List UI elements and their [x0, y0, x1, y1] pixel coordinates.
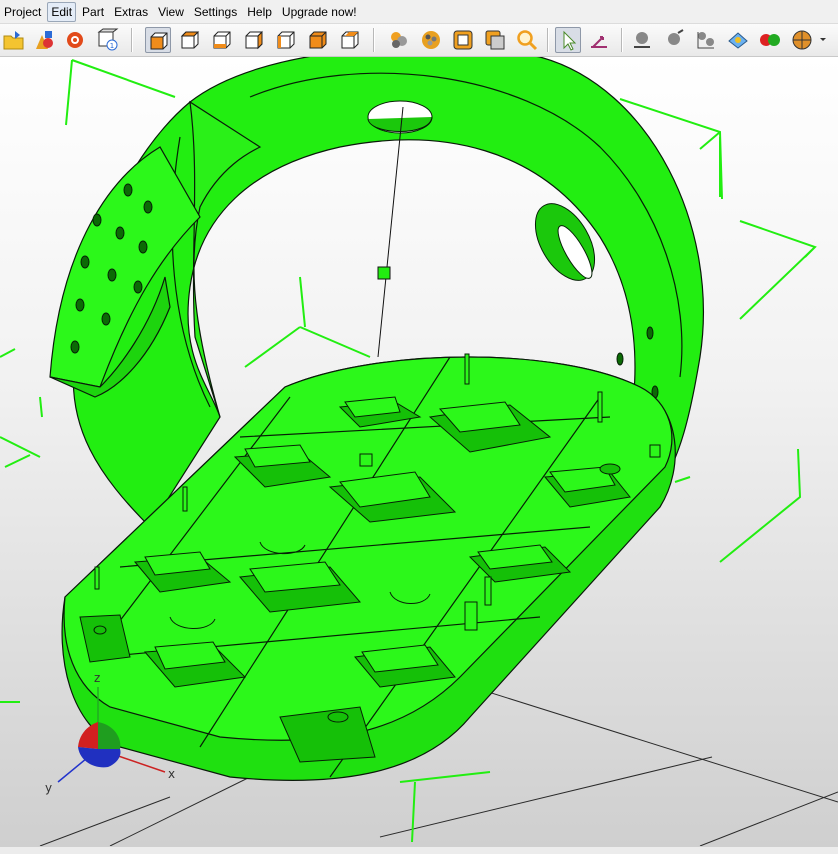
front-view-icon[interactable]: [177, 27, 203, 53]
menu-settings[interactable]: Settings: [190, 2, 241, 22]
y-axis-label: y: [45, 781, 52, 795]
open-folder-icon[interactable]: [1, 27, 27, 53]
toolbar: 1: [0, 24, 838, 57]
frame-tool-icon[interactable]: [450, 27, 476, 53]
palette-tool-icon[interactable]: [418, 27, 444, 53]
part-info-icon[interactable]: 1: [95, 27, 121, 53]
mesh-tool-4-icon[interactable]: [725, 27, 751, 53]
spheres-tool-icon[interactable]: [386, 27, 412, 53]
measure-tool-icon[interactable]: [587, 27, 613, 53]
mesh-tool-3-icon[interactable]: [693, 27, 719, 53]
3d-scene: x y z: [0, 57, 838, 846]
mesh-tool-2-icon[interactable]: [662, 27, 688, 53]
bottom-view-icon[interactable]: [337, 27, 363, 53]
x-axis-label: x: [168, 767, 175, 781]
menu-extras[interactable]: Extras: [110, 2, 152, 22]
back-view-icon[interactable]: [209, 27, 235, 53]
left-view-icon[interactable]: [241, 27, 267, 53]
mesh-tool-1-icon[interactable]: [630, 27, 656, 53]
top-view-icon[interactable]: [305, 27, 331, 53]
render-mode-dropdown[interactable]: [789, 27, 829, 53]
menu-help[interactable]: Help: [243, 2, 276, 22]
select-tool-icon[interactable]: [555, 27, 581, 53]
menu-bar: Project Edit Part Extras View Settings H…: [0, 0, 838, 24]
color-tool-icon[interactable]: [757, 27, 783, 53]
right-view-icon[interactable]: [273, 27, 299, 53]
menu-edit[interactable]: Edit: [47, 1, 77, 22]
multi-frame-tool-icon[interactable]: [482, 27, 508, 53]
menu-part[interactable]: Part: [78, 2, 108, 22]
z-axis-label: z: [94, 671, 100, 685]
add-part-icon[interactable]: [31, 27, 57, 53]
duplicate-part-icon[interactable]: [62, 27, 88, 53]
zoom-tool-icon[interactable]: [514, 27, 540, 53]
menu-upgrade[interactable]: Upgrade now!: [278, 2, 361, 22]
iso-view-icon[interactable]: [145, 27, 171, 53]
menu-project[interactable]: Project: [0, 2, 45, 22]
center-line: [377, 106, 404, 358]
menu-view[interactable]: View: [154, 2, 188, 22]
center-marker: [377, 266, 391, 280]
3d-viewport[interactable]: x y z: [0, 57, 838, 846]
svg-text:1: 1: [110, 42, 114, 50]
